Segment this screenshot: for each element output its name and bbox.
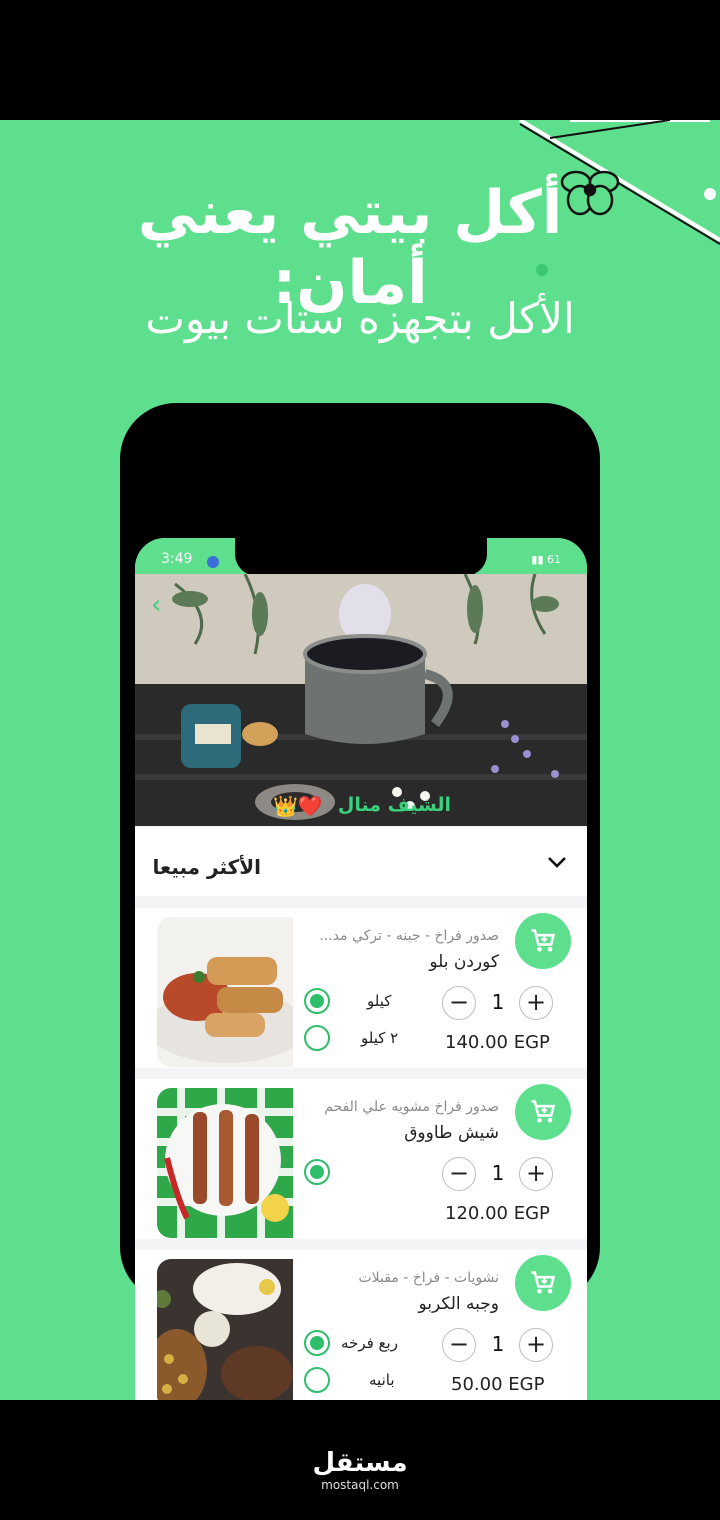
battery-level: 61 <box>547 553 561 566</box>
product-card[interactable]: صدور فراخ مشويه علي الفحم شيش طاووق − 1 … <box>135 1079 587 1239</box>
cart-icon <box>531 929 556 952</box>
status-time: 3:49 <box>161 551 193 567</box>
decrease-quantity-button[interactable]: − <box>442 1328 476 1362</box>
product-card[interactable]: نشويات - فراخ - مقبلات وجبه الكربو − 1 +… <box>135 1250 587 1400</box>
notification-icon <box>207 556 219 568</box>
chef-banner: الشيف منال 👑❤️ ‹ <box>135 574 587 826</box>
subheadline: الأكل بتجهزه ستات بيوت <box>145 294 575 343</box>
product-description: صدور فراخ - جبنه - تركي مد... <box>319 928 499 944</box>
back-arrow-icon[interactable]: ‹ <box>151 590 161 620</box>
product-price: 120.00 EGP <box>445 1203 550 1224</box>
increase-quantity-button[interactable]: + <box>519 1328 553 1362</box>
option-radio-selected[interactable] <box>304 988 330 1014</box>
product-image <box>157 917 293 1067</box>
increase-quantity-button[interactable]: + <box>519 986 553 1020</box>
add-to-cart-button[interactable] <box>515 1084 571 1140</box>
watermark-logo: مستقل <box>312 1448 408 1478</box>
app-screen: 3:49 ▮▮ 61 الشيف منال 👑❤️ ‹ الأكثر مبيعا… <box>135 538 587 1400</box>
option-radio[interactable] <box>304 1367 330 1393</box>
cart-icon <box>531 1100 556 1123</box>
watermark-url: mostaql.com <box>321 1478 399 1492</box>
option-label: ربع فرخه <box>341 1334 398 1352</box>
product-name: وجبه الكربو <box>418 1294 499 1314</box>
crown-heart-icon: 👑❤️ <box>273 794 323 818</box>
top-black-bar <box>0 0 720 120</box>
increase-quantity-button[interactable]: + <box>519 1157 553 1191</box>
product-name: كوردن بلو <box>429 952 499 972</box>
option-label: بانيه <box>369 1371 395 1389</box>
product-image <box>157 1259 293 1400</box>
add-to-cart-button[interactable] <box>515 1255 571 1311</box>
quantity-value: 1 <box>491 1161 505 1185</box>
option-label: كيلو <box>367 992 392 1010</box>
product-description: صدور فراخ مشويه علي الفحم <box>324 1099 499 1115</box>
section-title: الأكثر مبيعا <box>152 855 261 879</box>
option-label: ٢ كيلو <box>361 1029 399 1047</box>
product-image <box>157 1088 293 1238</box>
product-description: نشويات - فراخ - مقبلات <box>358 1270 499 1286</box>
camera-notch <box>235 538 487 576</box>
chevron-down-icon[interactable] <box>545 850 569 874</box>
product-card[interactable]: صدور فراخ - جبنه - تركي مد... كوردن بلو … <box>135 908 587 1068</box>
add-to-cart-button[interactable] <box>515 913 571 969</box>
product-price: 50.00 EGP <box>451 1374 545 1395</box>
decrease-quantity-button[interactable]: − <box>442 986 476 1020</box>
quantity-value: 1 <box>491 1332 505 1356</box>
product-name: شيش طاووق <box>404 1123 499 1143</box>
option-radio-selected[interactable] <box>304 1330 330 1356</box>
option-radio-selected[interactable] <box>304 1159 330 1185</box>
quantity-value: 1 <box>491 990 505 1014</box>
chef-banner-illustration <box>135 574 587 826</box>
option-radio[interactable] <box>304 1025 330 1051</box>
best-sellers-header[interactable]: الأكثر مبيعا <box>135 828 587 896</box>
decrease-quantity-button[interactable]: − <box>442 1157 476 1191</box>
cart-icon <box>531 1271 556 1294</box>
product-price: 140.00 EGP <box>445 1032 550 1053</box>
chef-name: الشيف منال <box>337 794 451 816</box>
battery-indicator: ▮▮ 61 <box>531 553 561 566</box>
